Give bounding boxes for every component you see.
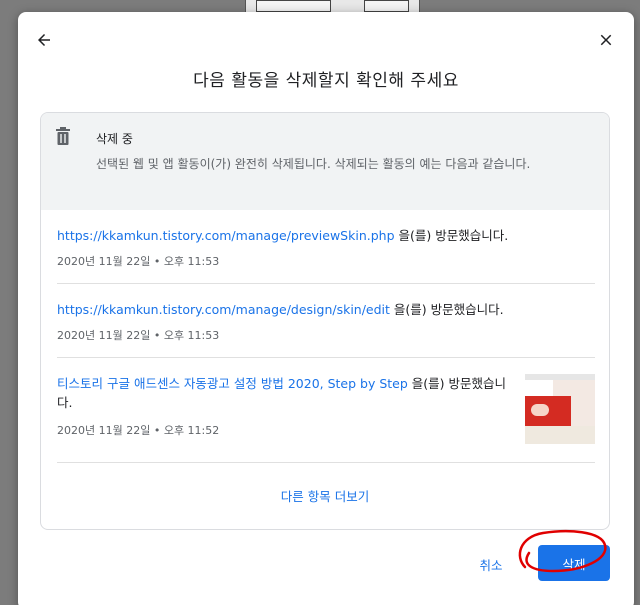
trash-icon [56,127,70,145]
activity-line: https://kkamkun.tistory.com/manage/desig… [57,300,504,319]
activity-item: https://kkamkun.tistory.com/manage/desig… [57,284,595,358]
arrow-left-icon [38,34,50,46]
page-thumbnail [525,374,595,444]
close-icon [600,34,612,46]
activity-time: 2020년 11월 22일 • 오후 11:53 [57,255,220,268]
close-button[interactable] [592,26,620,54]
activity-time: 2020년 11월 22일 • 오후 11:53 [57,329,220,342]
cancel-button[interactable]: 취소 [468,548,514,580]
thumbnail-shape [531,404,549,416]
delete-notice: 삭제 중 선택된 웹 및 앱 활동이(가) 완전히 삭제됩니다. 삭제되는 활동… [41,113,609,210]
notice-heading: 삭제 중 [96,132,133,146]
delete-button[interactable]: 삭제 [538,545,610,581]
activity-line: https://kkamkun.tistory.com/manage/previ… [57,226,508,245]
dialog-title: 다음 활동을 삭제할지 확인해 주세요 [193,71,459,91]
activity-link[interactable]: https://kkamkun.tistory.com/manage/desig… [57,302,390,317]
activity-line: 티스토리 구글 애드센스 자동광고 설정 방법 2020, Step by St… [57,374,512,412]
activity-link[interactable]: https://kkamkun.tistory.com/manage/previ… [57,228,395,243]
back-button[interactable] [30,26,58,54]
activity-time: 2020년 11월 22일 • 오후 11:52 [57,424,220,437]
activity-link[interactable]: 티스토리 구글 애드센스 자동광고 설정 방법 2020, Step by St… [57,376,408,391]
delete-confirm-dialog: 다음 활동을 삭제할지 확인해 주세요 삭제 중 선택된 웹 및 앱 활동이(가… [18,12,634,605]
background-pane [364,0,409,12]
activity-suffix: 을(를) 방문했습니다. [394,228,509,243]
activity-suffix: 을(를) 방문했습니다. [389,302,504,317]
notice-body: 선택된 웹 및 앱 활동이(가) 완전히 삭제됩니다. 삭제되는 활동의 예는 … [96,157,531,171]
activity-item: https://kkamkun.tistory.com/manage/previ… [57,210,595,284]
show-more-link[interactable]: 다른 항목 더보기 [41,486,609,505]
thumbnail-shape [525,426,595,444]
activity-box: 삭제 중 선택된 웹 및 앱 활동이(가) 완전히 삭제됩니다. 삭제되는 활동… [40,112,610,530]
background-pane [256,0,331,12]
activity-item: 티스토리 구글 애드센스 자동광고 설정 방법 2020, Step by St… [57,358,595,463]
